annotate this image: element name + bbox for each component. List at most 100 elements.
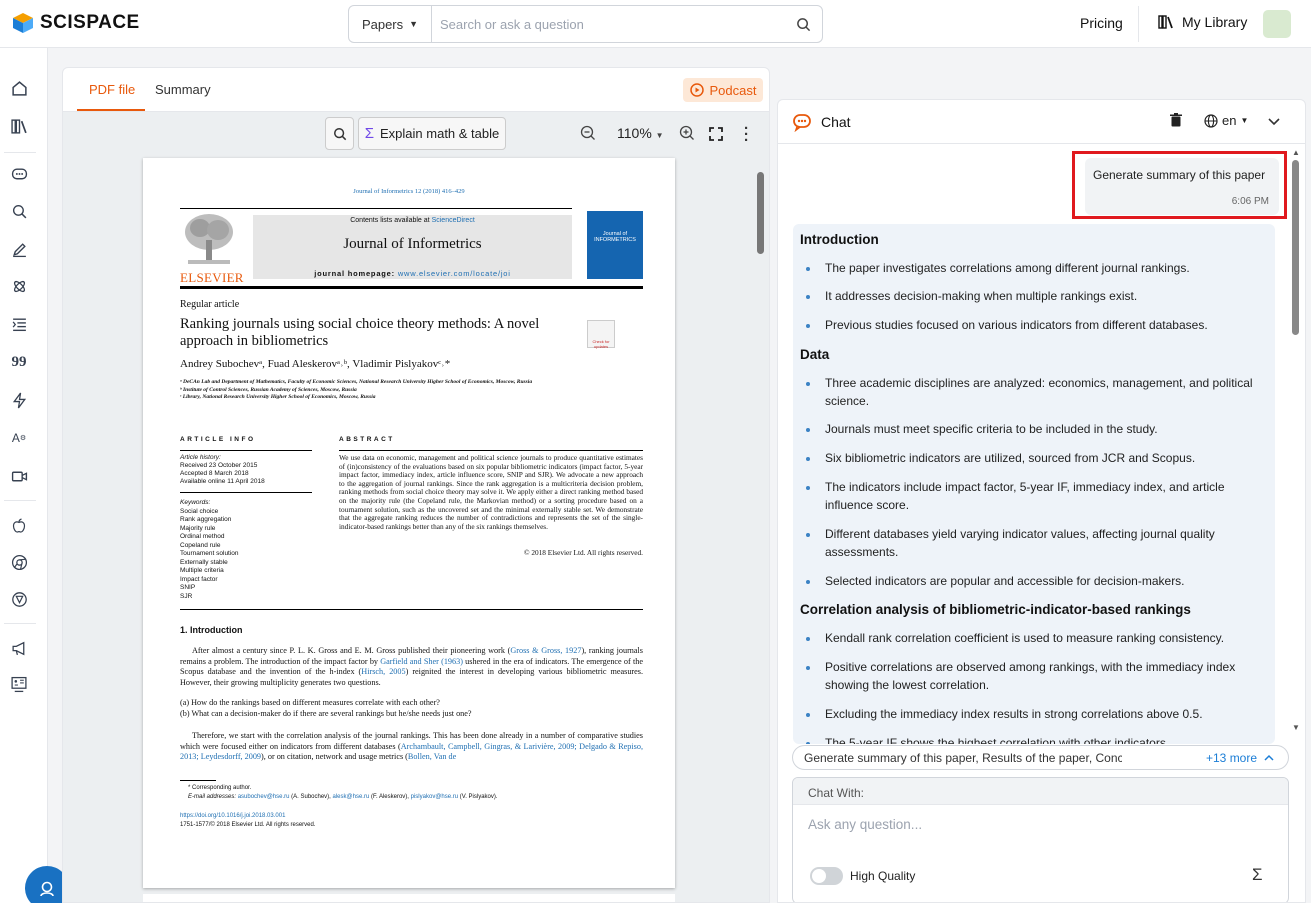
presentation-icon[interactable] (9, 674, 29, 694)
rail-divider (4, 152, 36, 153)
sciencedirect-link[interactable]: ScienceDirect (432, 217, 475, 224)
user-avatar[interactable] (1263, 10, 1291, 38)
pricing-link[interactable]: Pricing (1080, 15, 1123, 31)
more-options-icon[interactable]: · · · (744, 121, 749, 148)
paraphrase-ai-icon[interactable]: A ⚙ (9, 428, 29, 448)
chat-pdf-icon[interactable] (9, 164, 29, 184)
pdf-scrollbar[interactable] (757, 172, 764, 254)
home-icon[interactable] (9, 78, 29, 98)
zoom-in-button[interactable] (679, 125, 695, 146)
affiliation: ᵇ Institute of Control Sciences, Russian… (180, 386, 357, 393)
library-icon (1158, 15, 1173, 29)
scroll-up-arrow-icon[interactable]: ▲ (1292, 148, 1300, 157)
email-prefix: E-mail addresses: (188, 794, 238, 800)
homepage-prefix: journal homepage: (314, 269, 395, 278)
pdf-panel: PDF file Summary Podcast Σ Explain math … (62, 67, 770, 903)
chat-scrollbar[interactable] (1292, 160, 1299, 335)
paper-title: Ranking journals using social choice the… (180, 316, 540, 349)
search-type-dropdown[interactable]: Papers ▼ (349, 6, 432, 42)
elsevier-wordmark: ELSEVIER (180, 270, 244, 285)
toggle-knob (812, 869, 826, 883)
check-for-updates-badge[interactable]: Check for updates (587, 320, 615, 349)
history-line: Article history: (180, 454, 221, 461)
pdf-next-page (143, 894, 675, 902)
chevron-down-icon (1268, 118, 1280, 126)
elsevier-tree-logo (180, 210, 238, 278)
answer-item: The indicators include impact factor, 5-… (825, 480, 1225, 512)
suggested-questions-text: Generate summary of this paper, Results … (804, 751, 1122, 765)
openai-icon[interactable] (9, 589, 29, 609)
suggested-questions[interactable]: Generate summary of this paper, Results … (792, 745, 1289, 770)
zoom-level-select[interactable]: 110% ▼ (617, 125, 664, 141)
caret-down-icon: ▼ (655, 131, 664, 140)
chat-input[interactable] (808, 817, 1268, 832)
email-link[interactable]: alesk@hse.ru (333, 794, 370, 800)
keywords: Keywords: Social choice Rank aggregation… (180, 499, 239, 601)
podcast-button[interactable]: Podcast (683, 78, 763, 102)
pdf-search-button[interactable] (325, 117, 354, 150)
sigma-icon: Σ (364, 125, 375, 142)
footnote-corresponding: * Corresponding author. (188, 785, 252, 791)
article-type: Regular article (180, 299, 240, 310)
math-sigma-icon[interactable]: Σ (1252, 865, 1263, 885)
scispace-logo[interactable]: SCISPACE (12, 12, 140, 34)
explain-label: Explain math & table (380, 126, 500, 141)
literature-search-icon[interactable] (9, 201, 29, 221)
delete-chat-button[interactable] (1168, 112, 1184, 133)
homepage-link[interactable]: www.elsevier.com/locate/joi (398, 269, 511, 278)
paper-authors: Andrey Subochevᵃ, Fuad Aleskerovᵃ˒ᵇ, Vla… (180, 358, 451, 370)
chrome-icon[interactable] (9, 552, 29, 572)
answer-heading: Introduction (800, 232, 879, 247)
email-link[interactable]: asubochev@hse.ru (238, 794, 290, 800)
ai-answer: Introduction The paper investigates corr… (793, 224, 1275, 744)
explain-math-table-button[interactable]: Σ Explain math & table (358, 117, 506, 150)
citation-quote-icon[interactable]: 99 (9, 352, 29, 372)
video-icon[interactable] (9, 466, 29, 486)
pdf-viewer[interactable]: Journal of Informetrics 12 (2018) 416–42… (63, 156, 769, 902)
email-text: (V. Pislyakov). (458, 794, 498, 800)
megaphone-icon[interactable] (9, 638, 29, 658)
answer-item: It addresses decision-making when multip… (825, 289, 1138, 303)
abstract-text: We use data on economic, management and … (339, 453, 643, 531)
more-suggestions-button[interactable]: +13 more (1206, 751, 1275, 765)
fullscreen-button[interactable] (709, 127, 723, 146)
intro-question: (a) How do the rankings based on differe… (180, 698, 440, 707)
chat-header: Chat en ▼ (778, 100, 1305, 144)
lightning-icon[interactable] (9, 390, 29, 410)
apple-icon[interactable] (9, 515, 29, 535)
tab-summary[interactable]: Summary (155, 82, 211, 97)
library-nav-icon[interactable] (9, 116, 29, 136)
history-line: Received 23 October 2015 (180, 462, 258, 469)
bullet (806, 324, 810, 328)
bullet (806, 713, 810, 717)
keyword: Keywords: (180, 499, 211, 506)
caret-down-icon: ▼ (1240, 116, 1249, 125)
tab-pdf-file[interactable]: PDF file (89, 82, 135, 97)
journal-homepage: journal homepage: www.elsevier.com/locat… (253, 269, 572, 278)
contents-line: Contents lists available at ScienceDirec… (253, 217, 572, 224)
scroll-down-arrow-icon[interactable]: ▼ (1292, 723, 1300, 732)
search-button[interactable] (784, 17, 822, 32)
citation-link[interactable]: Gross & Gross, 1927 (510, 646, 581, 655)
writer-pen-icon[interactable] (9, 239, 29, 259)
abstract-heading: ABSTRACT (339, 436, 395, 443)
zoom-out-button[interactable] (580, 125, 596, 146)
collapse-chat-button[interactable] (1266, 113, 1282, 134)
citation-link[interactable]: Garfield and Sher (1963) (380, 657, 463, 666)
rule (180, 450, 312, 451)
answer-item: Journals must meet specific criteria to … (825, 422, 1158, 436)
doi-link[interactable]: https://doi.org/10.1016/j.joi.2018.03.00… (180, 812, 316, 821)
atom-icon[interactable] (9, 276, 29, 296)
high-quality-toggle[interactable] (810, 867, 843, 885)
outline-list-icon[interactable] (9, 314, 29, 334)
language-select[interactable]: en ▼ (1204, 113, 1248, 128)
citation-link[interactable]: Bollen, Van de (408, 752, 456, 761)
support-agent-icon (40, 881, 54, 897)
email-link[interactable]: pislyakov@hse.ru (411, 794, 458, 800)
my-library-button[interactable]: My Library (1158, 14, 1247, 30)
affiliations: ᵃ DeCAn Lab and Department of Mathematic… (180, 379, 532, 402)
bullet (806, 533, 810, 537)
citation-link[interactable]: Hirsch, 2005 (361, 667, 405, 676)
search-input[interactable] (432, 16, 784, 32)
fullscreen-icon (709, 127, 723, 141)
